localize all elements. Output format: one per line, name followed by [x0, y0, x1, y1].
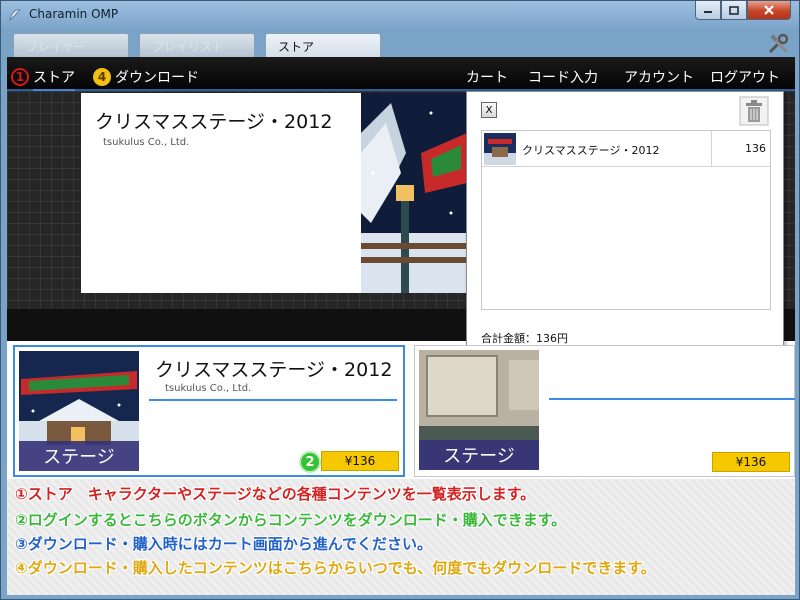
note-cart: ③ダウンロード・購入時にはカート画面から進んでください。: [15, 535, 432, 553]
nav-store[interactable]: ストア: [33, 67, 75, 91]
app-logo-icon: [9, 9, 22, 22]
product-category-label: ステージ: [419, 440, 539, 470]
tab-player[interactable]: プレイヤー: [13, 33, 129, 57]
note-redownload: ④ダウンロード・購入したコンテンツはこちらからいつでも、何度でもダウンロードでき…: [15, 559, 656, 577]
product-card[interactable]: ステージ クリスマスステージ・2012 tsukulus Co., Ltd. 2…: [13, 345, 405, 477]
product-thumbnail: ステージ: [19, 351, 139, 471]
app-window: Charamin OMP プレイヤー プレイリスト ストア 1 ストア 4 ダウ…: [0, 0, 800, 600]
minimize-button[interactable]: [695, 1, 721, 20]
product-title: クリスマスステージ・2012: [155, 359, 393, 381]
tab-store[interactable]: ストア: [265, 33, 381, 57]
tab-playlist[interactable]: プレイリスト: [139, 33, 255, 57]
nav-code-entry[interactable]: コード入力: [528, 67, 598, 87]
product-divider: [149, 399, 397, 401]
cart-item-thumbnail: [484, 133, 516, 165]
cart-item-name: クリスマスステージ・2012: [522, 144, 660, 157]
minimize-icon: [704, 11, 712, 13]
product-category-label: ステージ: [19, 441, 139, 471]
nav-account[interactable]: アカウント: [624, 67, 694, 87]
cart-total: 合計金額：136円: [481, 332, 568, 345]
cart-close-button[interactable]: X: [481, 102, 497, 118]
nav-logout[interactable]: ログアウト: [710, 67, 780, 87]
product-divider: [549, 398, 795, 400]
cart-item-list: クリスマスステージ・2012 136: [481, 130, 771, 310]
store-content: 1 ストア 4 ダウンロード カート コード入力 アカウント ログアウト クリス…: [7, 57, 795, 595]
window-title: Charamin OMP: [29, 7, 119, 21]
featured-scene-image: [361, 93, 467, 293]
product-thumbnail: ステージ: [419, 350, 539, 470]
nav-download[interactable]: ダウンロード: [115, 67, 199, 87]
note-download-button: ②ログインするとこちらのボタンからコンテンツをダウンロード・購入できます。: [15, 511, 567, 529]
featured-card[interactable]: クリスマスステージ・2012 tsukulus Co., Ltd.: [81, 93, 361, 293]
trash-icon[interactable]: [739, 96, 769, 126]
instruction-notes: ①ストア キャラクターやステージなどの各種コンテンツを一覧表示します。 ②ログイ…: [7, 479, 795, 595]
maximize-button[interactable]: [721, 1, 747, 20]
nav-cart[interactable]: カート: [466, 67, 508, 87]
title-bar[interactable]: Charamin OMP: [1, 1, 799, 29]
close-icon: [764, 5, 774, 15]
featured-company: tsukulus Co., Ltd.: [103, 137, 190, 148]
product-company: tsukulus Co., Ltd.: [165, 383, 252, 394]
tools-icon[interactable]: [767, 33, 791, 55]
close-window-button[interactable]: [747, 1, 791, 20]
note-store: ①ストア キャラクターやステージなどの各種コンテンツを一覧表示します。: [15, 485, 536, 503]
featured-title: クリスマスステージ・2012: [95, 111, 333, 133]
cart-item-price: 136: [745, 142, 766, 155]
store-nav-bar: 1 ストア 4 ダウンロード カート コード入力 アカウント ログアウト: [7, 57, 795, 91]
price-button[interactable]: ¥136: [712, 452, 790, 472]
maximize-icon: [729, 5, 739, 15]
marker-1: 1: [11, 68, 29, 86]
price-button[interactable]: ¥136: [321, 451, 399, 471]
window-controls: [695, 1, 791, 20]
marker-2: 2: [299, 451, 321, 473]
marker-4: 4: [93, 68, 111, 86]
main-tabs: プレイヤー プレイリスト ストア: [13, 33, 381, 57]
cart-row[interactable]: クリスマスステージ・2012 136: [482, 131, 770, 167]
product-card[interactable]: ステージ ¥136: [414, 345, 795, 477]
